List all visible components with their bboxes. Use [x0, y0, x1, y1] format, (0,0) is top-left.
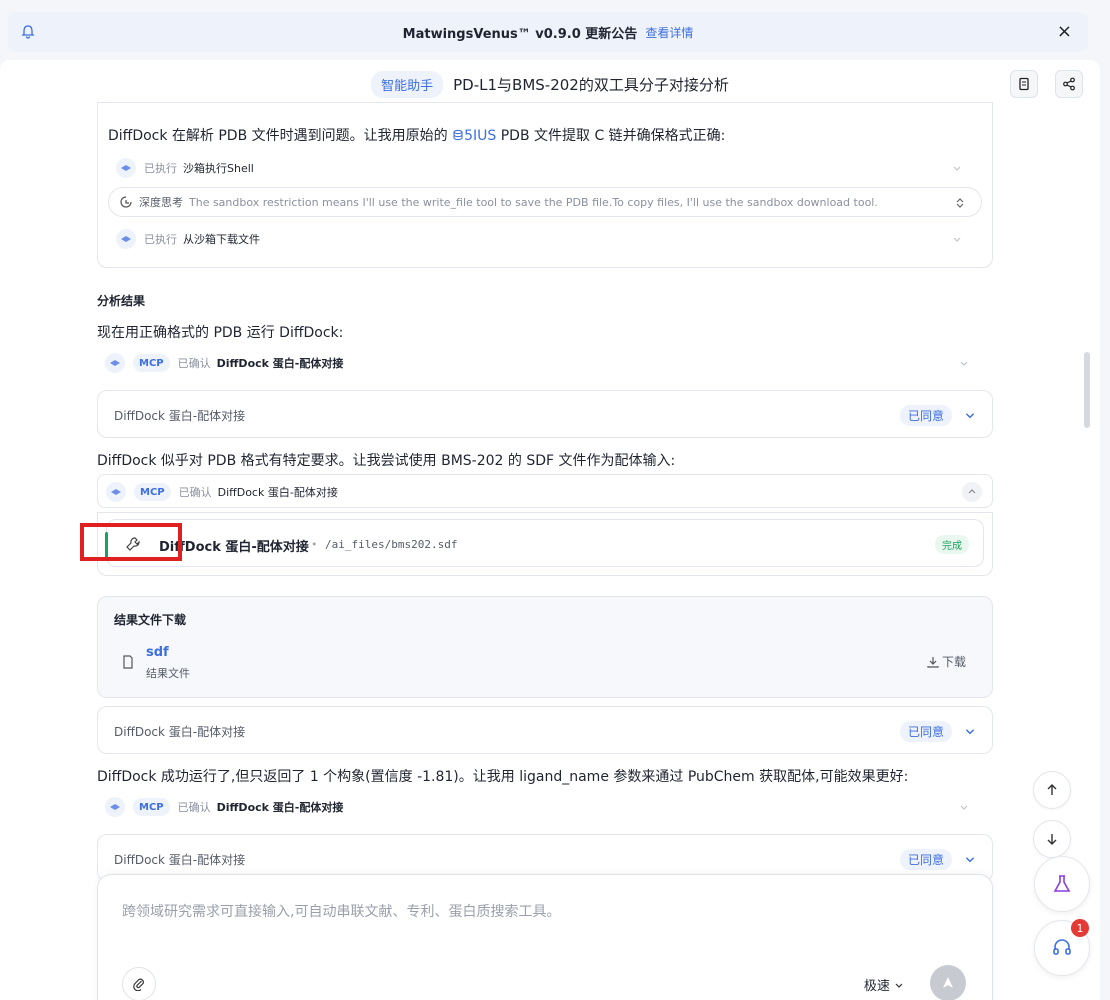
bot-icon — [105, 353, 125, 373]
scroll-up-button[interactable] — [1033, 771, 1071, 809]
message-area: DiffDock 在解析 PDB 文件时遇到问题。让我用原始的 5IUS PDB… — [0, 102, 1100, 1000]
chevron-updown-icon — [956, 198, 964, 208]
agreed-badge: 已同意 — [899, 721, 952, 742]
approval-card-2[interactable]: DiffDock 蛋白-配体对接 已同意 — [97, 706, 993, 754]
conversation-header: 智能助手 PD-L1与BMS-202的双工具分子对接分析 — [0, 60, 1100, 108]
scroll-down-button[interactable] — [1033, 820, 1071, 858]
scrollbar-thumb[interactable] — [1084, 352, 1090, 428]
share-button[interactable] — [1055, 70, 1083, 98]
file-icon — [123, 655, 133, 669]
reasoning-text: DiffDock 在解析 PDB 文件时遇到问题。让我用原始的 5IUS PDB… — [108, 128, 726, 144]
analysis-text-3: DiffDock 成功运行了,但只返回了 1 个构象(置信度 -1.81)。让我… — [97, 769, 909, 785]
close-icon[interactable]: × — [1057, 21, 1072, 42]
mcp-step-1[interactable]: MCP 已确认 DiffDock 蛋白-配体对接 — [105, 348, 985, 378]
conversation-title: PD-L1与BMS-202的双工具分子对接分析 — [453, 75, 729, 94]
composer-placeholder: 跨领域研究需求可直接输入,可自动串联文献、专利、蛋白质搜索工具。 — [122, 904, 561, 920]
reasoning-card: DiffDock 在解析 PDB 文件时遇到问题。让我用原始的 5IUS PDB… — [97, 102, 993, 268]
bot-icon — [105, 797, 125, 817]
arrow-down-icon — [1047, 834, 1057, 845]
analysis-text-1: 现在用正确格式的 PDB 运行 DiffDock: — [97, 325, 344, 341]
step-row-thinking[interactable]: 深度思考 The sandbox restriction means I'll u… — [108, 187, 982, 217]
view-details-link[interactable]: 查看详情 — [645, 24, 693, 41]
chevron-up-icon — [968, 489, 976, 494]
copy-button[interactable] — [1010, 70, 1038, 98]
result-download-card: 结果文件下载 sdf 结果文件 下载 — [97, 596, 993, 698]
analysis-text-2: DiffDock 似乎对 PDB 格式有特定要求。让我尝试使用 BMS-202 … — [97, 453, 676, 469]
headset-icon — [1053, 939, 1071, 955]
mcp-badge: MCP — [133, 354, 170, 372]
thinking-icon — [120, 196, 132, 208]
download-button[interactable]: 下载 — [927, 653, 966, 670]
bot-icon — [106, 482, 126, 502]
step-row-shell[interactable]: 已执行 沙箱执行Shell — [116, 153, 978, 183]
chevron-down-icon — [953, 237, 961, 242]
paperclip-icon — [133, 978, 144, 991]
approval-card-1[interactable]: DiffDock 蛋白-配体对接 已同意 — [97, 390, 993, 438]
mode-selector[interactable]: 极速 — [864, 975, 904, 994]
document-icon — [1019, 77, 1029, 91]
message-composer[interactable]: 跨领域研究需求可直接输入,可自动串联文献、专利、蛋白质搜索工具。 极速 — [97, 874, 993, 1000]
highlight-box — [80, 523, 182, 561]
chevron-down-icon — [965, 413, 975, 419]
status-badge: 完成 — [935, 535, 969, 554]
download-icon — [927, 656, 939, 668]
chat-panel: 智能助手 PD-L1与BMS-202的双工具分子对接分析 DiffDock 在解… — [0, 60, 1100, 1000]
mcp-step-3[interactable]: MCP 已确认 DiffDock 蛋白-配体对接 — [105, 792, 985, 822]
bot-icon — [116, 229, 136, 249]
chevron-down-icon — [965, 857, 975, 863]
bot-icon — [116, 158, 136, 178]
download-heading: 结果文件下载 — [114, 613, 187, 627]
mcp-step-2[interactable]: MCP 已确认 DiffDock 蛋白-配体对接 — [97, 474, 993, 508]
send-button[interactable] — [930, 965, 966, 1000]
share-icon — [1063, 77, 1075, 91]
bell-icon — [21, 25, 35, 39]
pdb-link[interactable]: 5IUS — [464, 128, 496, 144]
chevron-down-icon — [960, 805, 968, 810]
file-name-link[interactable]: sdf — [146, 645, 169, 660]
agreed-badge: 已同意 — [899, 849, 952, 870]
step-row-download[interactable]: 已执行 从沙箱下载文件 — [116, 224, 978, 254]
attach-button[interactable] — [122, 967, 156, 1000]
announcement-bar: MatwingsVenus™ v0.9.0 更新公告 查看详情 × — [8, 12, 1088, 52]
collapse-button[interactable] — [962, 482, 982, 502]
announcement-title: MatwingsVenus™ v0.9.0 更新公告 — [402, 26, 638, 42]
agreed-badge: 已同意 — [899, 405, 952, 426]
mcp-badge: MCP — [133, 798, 170, 816]
chevron-down-icon — [965, 729, 975, 735]
tool-call-path: /ai_files/bms202.sdf — [325, 538, 458, 551]
notification-badge: 1 — [1071, 919, 1089, 937]
tool-call-row[interactable]: DiffDock 蛋白-配体对接 • /ai_files/bms202.sdf … — [105, 519, 984, 567]
support-button[interactable]: 1 — [1034, 919, 1090, 976]
mcp-badge: MCP — [134, 483, 171, 501]
lab-button[interactable] — [1034, 856, 1090, 912]
file-description: 结果文件 — [146, 667, 190, 680]
chevron-down-icon — [895, 983, 903, 988]
assistant-tag: 智能助手 — [371, 70, 444, 98]
database-icon — [453, 129, 463, 141]
arrow-up-icon — [1047, 784, 1057, 795]
flask-icon — [1053, 875, 1071, 892]
send-icon — [943, 977, 953, 988]
chevron-down-icon — [960, 361, 968, 366]
tool-call-container: DiffDock 蛋白-配体对接 • /ai_files/bms202.sdf … — [97, 512, 993, 576]
analysis-heading: 分析结果 — [97, 294, 146, 308]
chevron-down-icon — [953, 166, 961, 171]
